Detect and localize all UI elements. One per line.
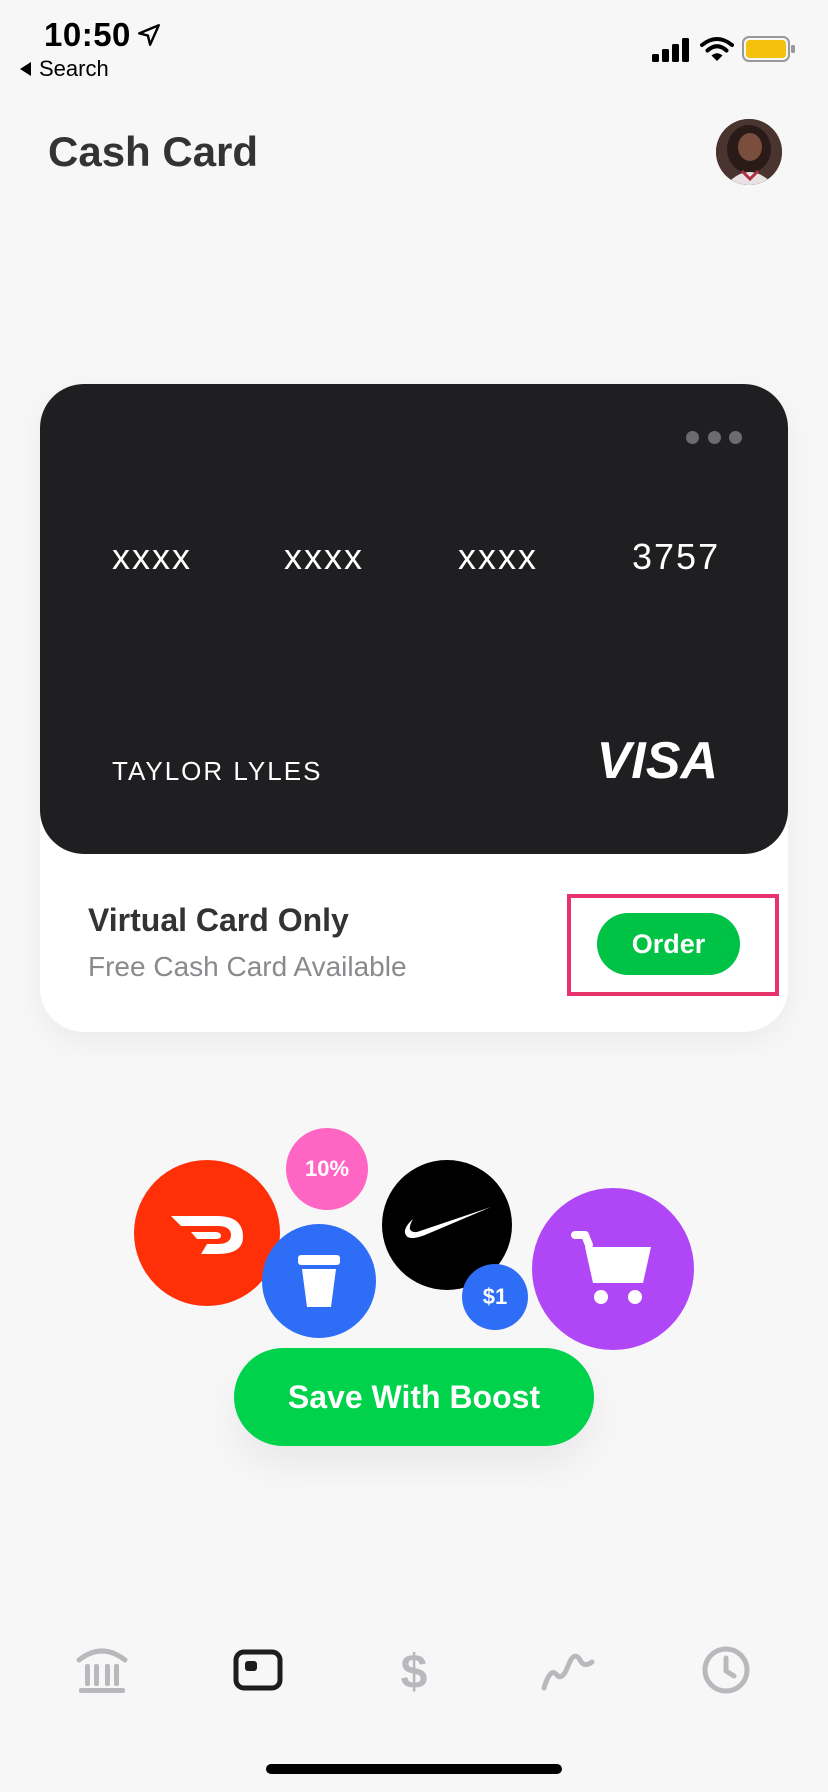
back-arrow-icon	[20, 62, 31, 76]
visa-logo: VISA	[597, 732, 718, 786]
status-bar: 10:50 Search	[0, 0, 828, 90]
cardholder-name: TAYLOR LYLES	[112, 756, 323, 786]
back-to-search-link[interactable]: Search	[20, 56, 109, 82]
dollar-icon: $	[401, 1646, 428, 1694]
card-status-title: Virtual Card Only	[88, 902, 349, 938]
coffee-cup-icon	[298, 1255, 340, 1307]
tab-cash[interactable]: $	[386, 1642, 442, 1698]
dot	[686, 430, 699, 444]
more-options-icon[interactable]	[686, 430, 742, 444]
wifi-icon	[700, 37, 734, 61]
svg-text:$: $	[401, 1646, 428, 1694]
coffee-boost-bubble[interactable]	[262, 1224, 376, 1338]
grocery-boost-bubble[interactable]	[532, 1188, 694, 1350]
visa-logo-text: VISA	[597, 732, 718, 786]
card-number-last4: 3757	[632, 536, 721, 577]
home-indicator	[266, 1764, 562, 1774]
investing-icon	[541, 1653, 595, 1691]
order-card-button[interactable]: Order	[597, 913, 740, 975]
dot	[707, 430, 721, 444]
card-number-group-3: xxxx	[458, 536, 538, 577]
nike-swoosh-icon	[404, 1207, 491, 1239]
card-icon	[233, 1649, 283, 1691]
status-time: 10:50	[44, 16, 131, 53]
cellular-signal-icon	[652, 38, 689, 62]
tab-banking[interactable]	[74, 1642, 130, 1698]
battery-icon	[742, 36, 795, 62]
bank-icon	[76, 1648, 128, 1693]
card-number-group-1: xxxx	[112, 536, 192, 577]
activity-clock-icon	[702, 1646, 750, 1694]
avatar-photo-icon	[716, 119, 782, 185]
tab-investing[interactable]	[540, 1642, 596, 1698]
tab-card[interactable]	[230, 1642, 286, 1698]
save-with-boost-button[interactable]: Save With Boost	[234, 1348, 594, 1446]
tab-activity[interactable]	[698, 1642, 754, 1698]
shopping-cart-icon	[571, 1231, 651, 1304]
card-status-subtitle: Free Cash Card Available	[88, 951, 407, 982]
profile-avatar[interactable]	[716, 119, 782, 185]
doordash-icon	[171, 1216, 243, 1254]
page-title: Cash Card	[48, 128, 259, 175]
back-search-label: Search	[39, 56, 109, 81]
dot	[729, 430, 742, 444]
dollar-boost-badge: $1	[462, 1264, 528, 1330]
percent-boost-badge: 10%	[286, 1128, 368, 1210]
doordash-boost-bubble[interactable]	[134, 1160, 280, 1306]
card-number-group-2: xxxx	[284, 536, 364, 577]
location-arrow-icon	[138, 24, 160, 46]
